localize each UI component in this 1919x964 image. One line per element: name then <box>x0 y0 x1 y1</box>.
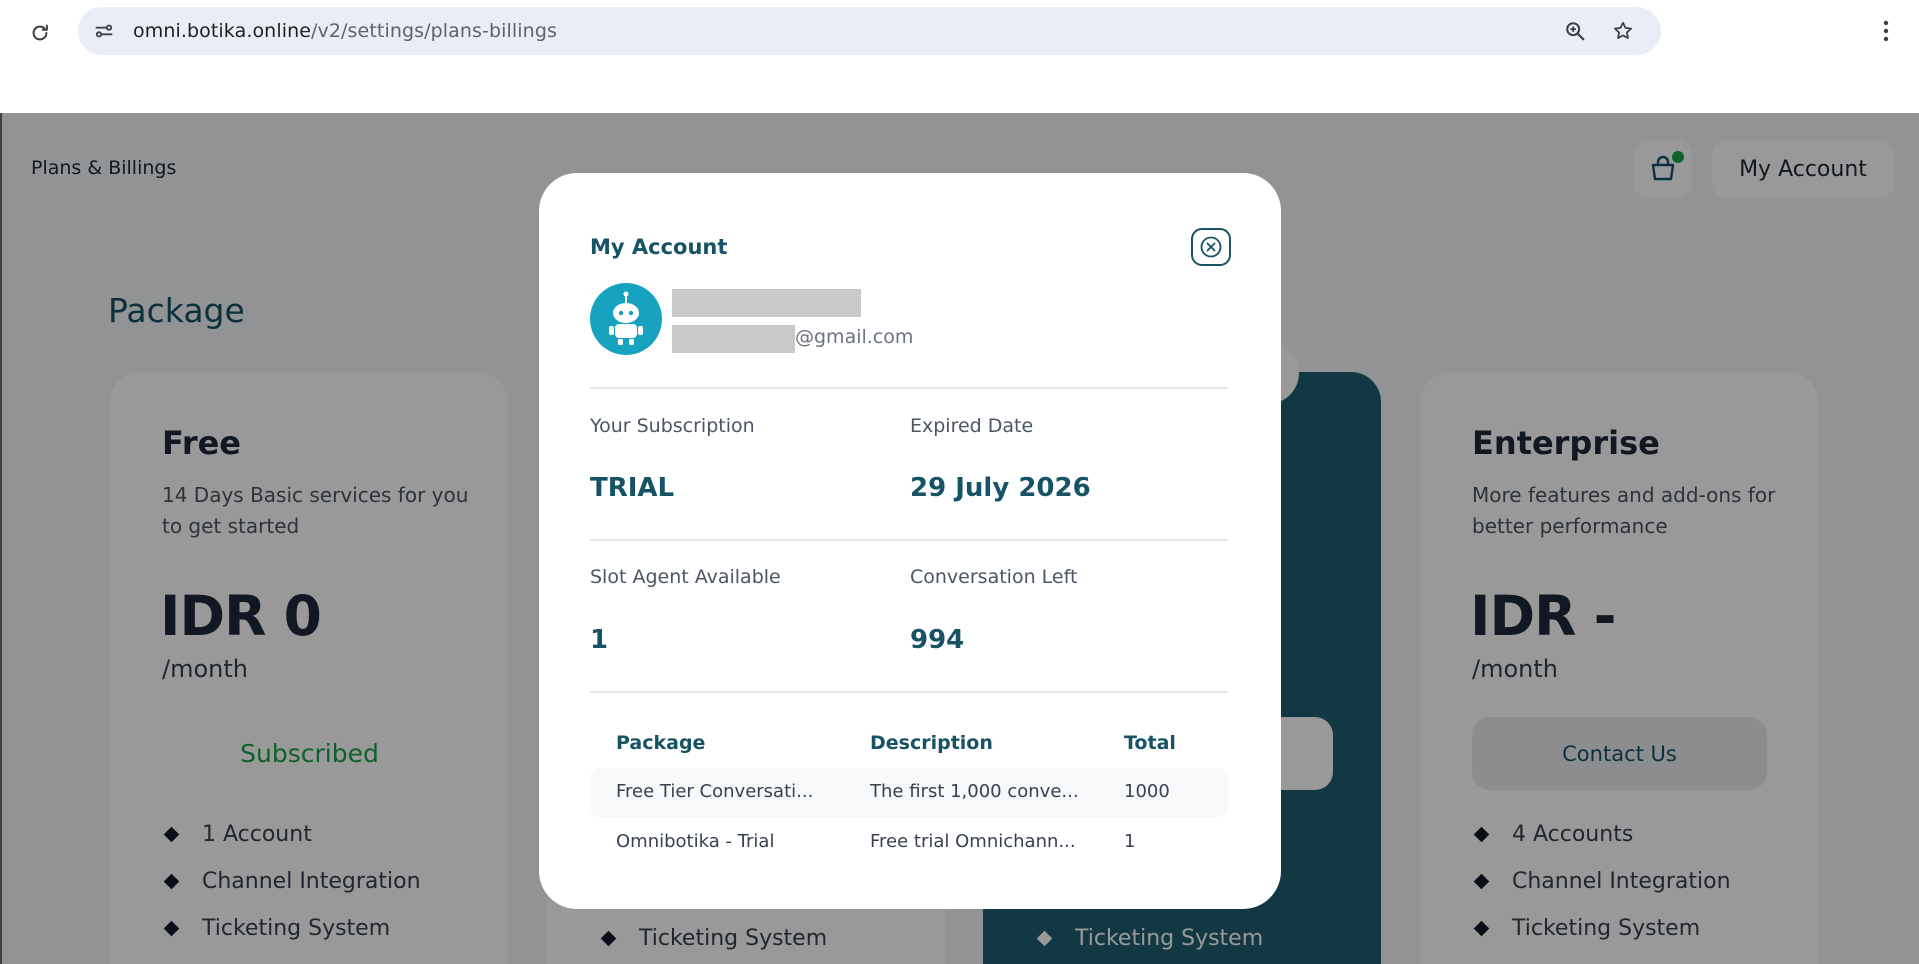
table-row: Omnibotika - Trial Free trial Omnichann.… <box>590 818 1228 867</box>
table-cell-description: The first 1,000 conve... <box>870 781 1079 802</box>
table-cell-package: Omnibotika - Trial <box>616 831 775 852</box>
divider <box>590 387 1228 389</box>
browser-menu-button[interactable] <box>1874 16 1898 46</box>
conversation-left-value: 994 <box>910 625 965 655</box>
robot-icon <box>609 291 643 345</box>
close-icon <box>1200 236 1222 258</box>
slot-agent-value: 1 <box>590 625 609 655</box>
url-path: /v2/settings/plans-billings <box>311 20 557 42</box>
table-header-total: Total <box>1124 732 1176 754</box>
table-cell-total: 1 <box>1124 831 1136 852</box>
table-cell-package: Free Tier Conversati... <box>616 781 814 802</box>
url-host: omni.botika.online <box>133 20 312 42</box>
site-info-button[interactable] <box>92 19 116 43</box>
my-account-modal: My Account @gmail.com Your Subscription … <box>539 173 1281 909</box>
reload-icon <box>32 24 48 41</box>
email-domain: @gmail.com <box>795 326 914 348</box>
table-header-description: Description <box>870 732 993 754</box>
modal-title: My Account <box>590 235 728 259</box>
table-row: Free Tier Conversati... The first 1,000 … <box>590 768 1228 817</box>
redacted-email-local <box>672 325 795 353</box>
divider <box>590 539 1228 541</box>
close-button[interactable] <box>1191 228 1231 266</box>
url-text[interactable]: omni.botika.online/v2/settings/plans-bil… <box>133 20 557 42</box>
kebab-menu-icon <box>1883 20 1889 42</box>
bookmark-button[interactable] <box>1610 18 1636 44</box>
avatar <box>590 283 662 355</box>
expired-date-label: Expired Date <box>910 415 1034 437</box>
table-cell-description: Free trial Omnichann... <box>870 831 1076 852</box>
star-icon <box>1614 21 1632 39</box>
subscription-value: TRIAL <box>590 473 675 503</box>
redacted-username <box>672 289 861 317</box>
zoom-button[interactable] <box>1562 18 1588 44</box>
browser-toolbar: omni.botika.online/v2/settings/plans-bil… <box>0 0 1919 113</box>
site-info-icon <box>95 24 113 38</box>
zoom-icon <box>1566 22 1585 41</box>
divider <box>590 691 1228 693</box>
slot-agent-label: Slot Agent Available <box>590 566 781 588</box>
table-header-package: Package <box>616 732 706 754</box>
address-bar[interactable]: omni.botika.online/v2/settings/plans-bil… <box>78 7 1661 55</box>
expired-date-value: 29 July 2026 <box>910 473 1091 503</box>
table-cell-total: 1000 <box>1124 781 1170 802</box>
conversation-left-label: Conversation Left <box>910 566 1078 588</box>
reload-button[interactable] <box>25 18 55 48</box>
subscription-label: Your Subscription <box>590 415 755 437</box>
